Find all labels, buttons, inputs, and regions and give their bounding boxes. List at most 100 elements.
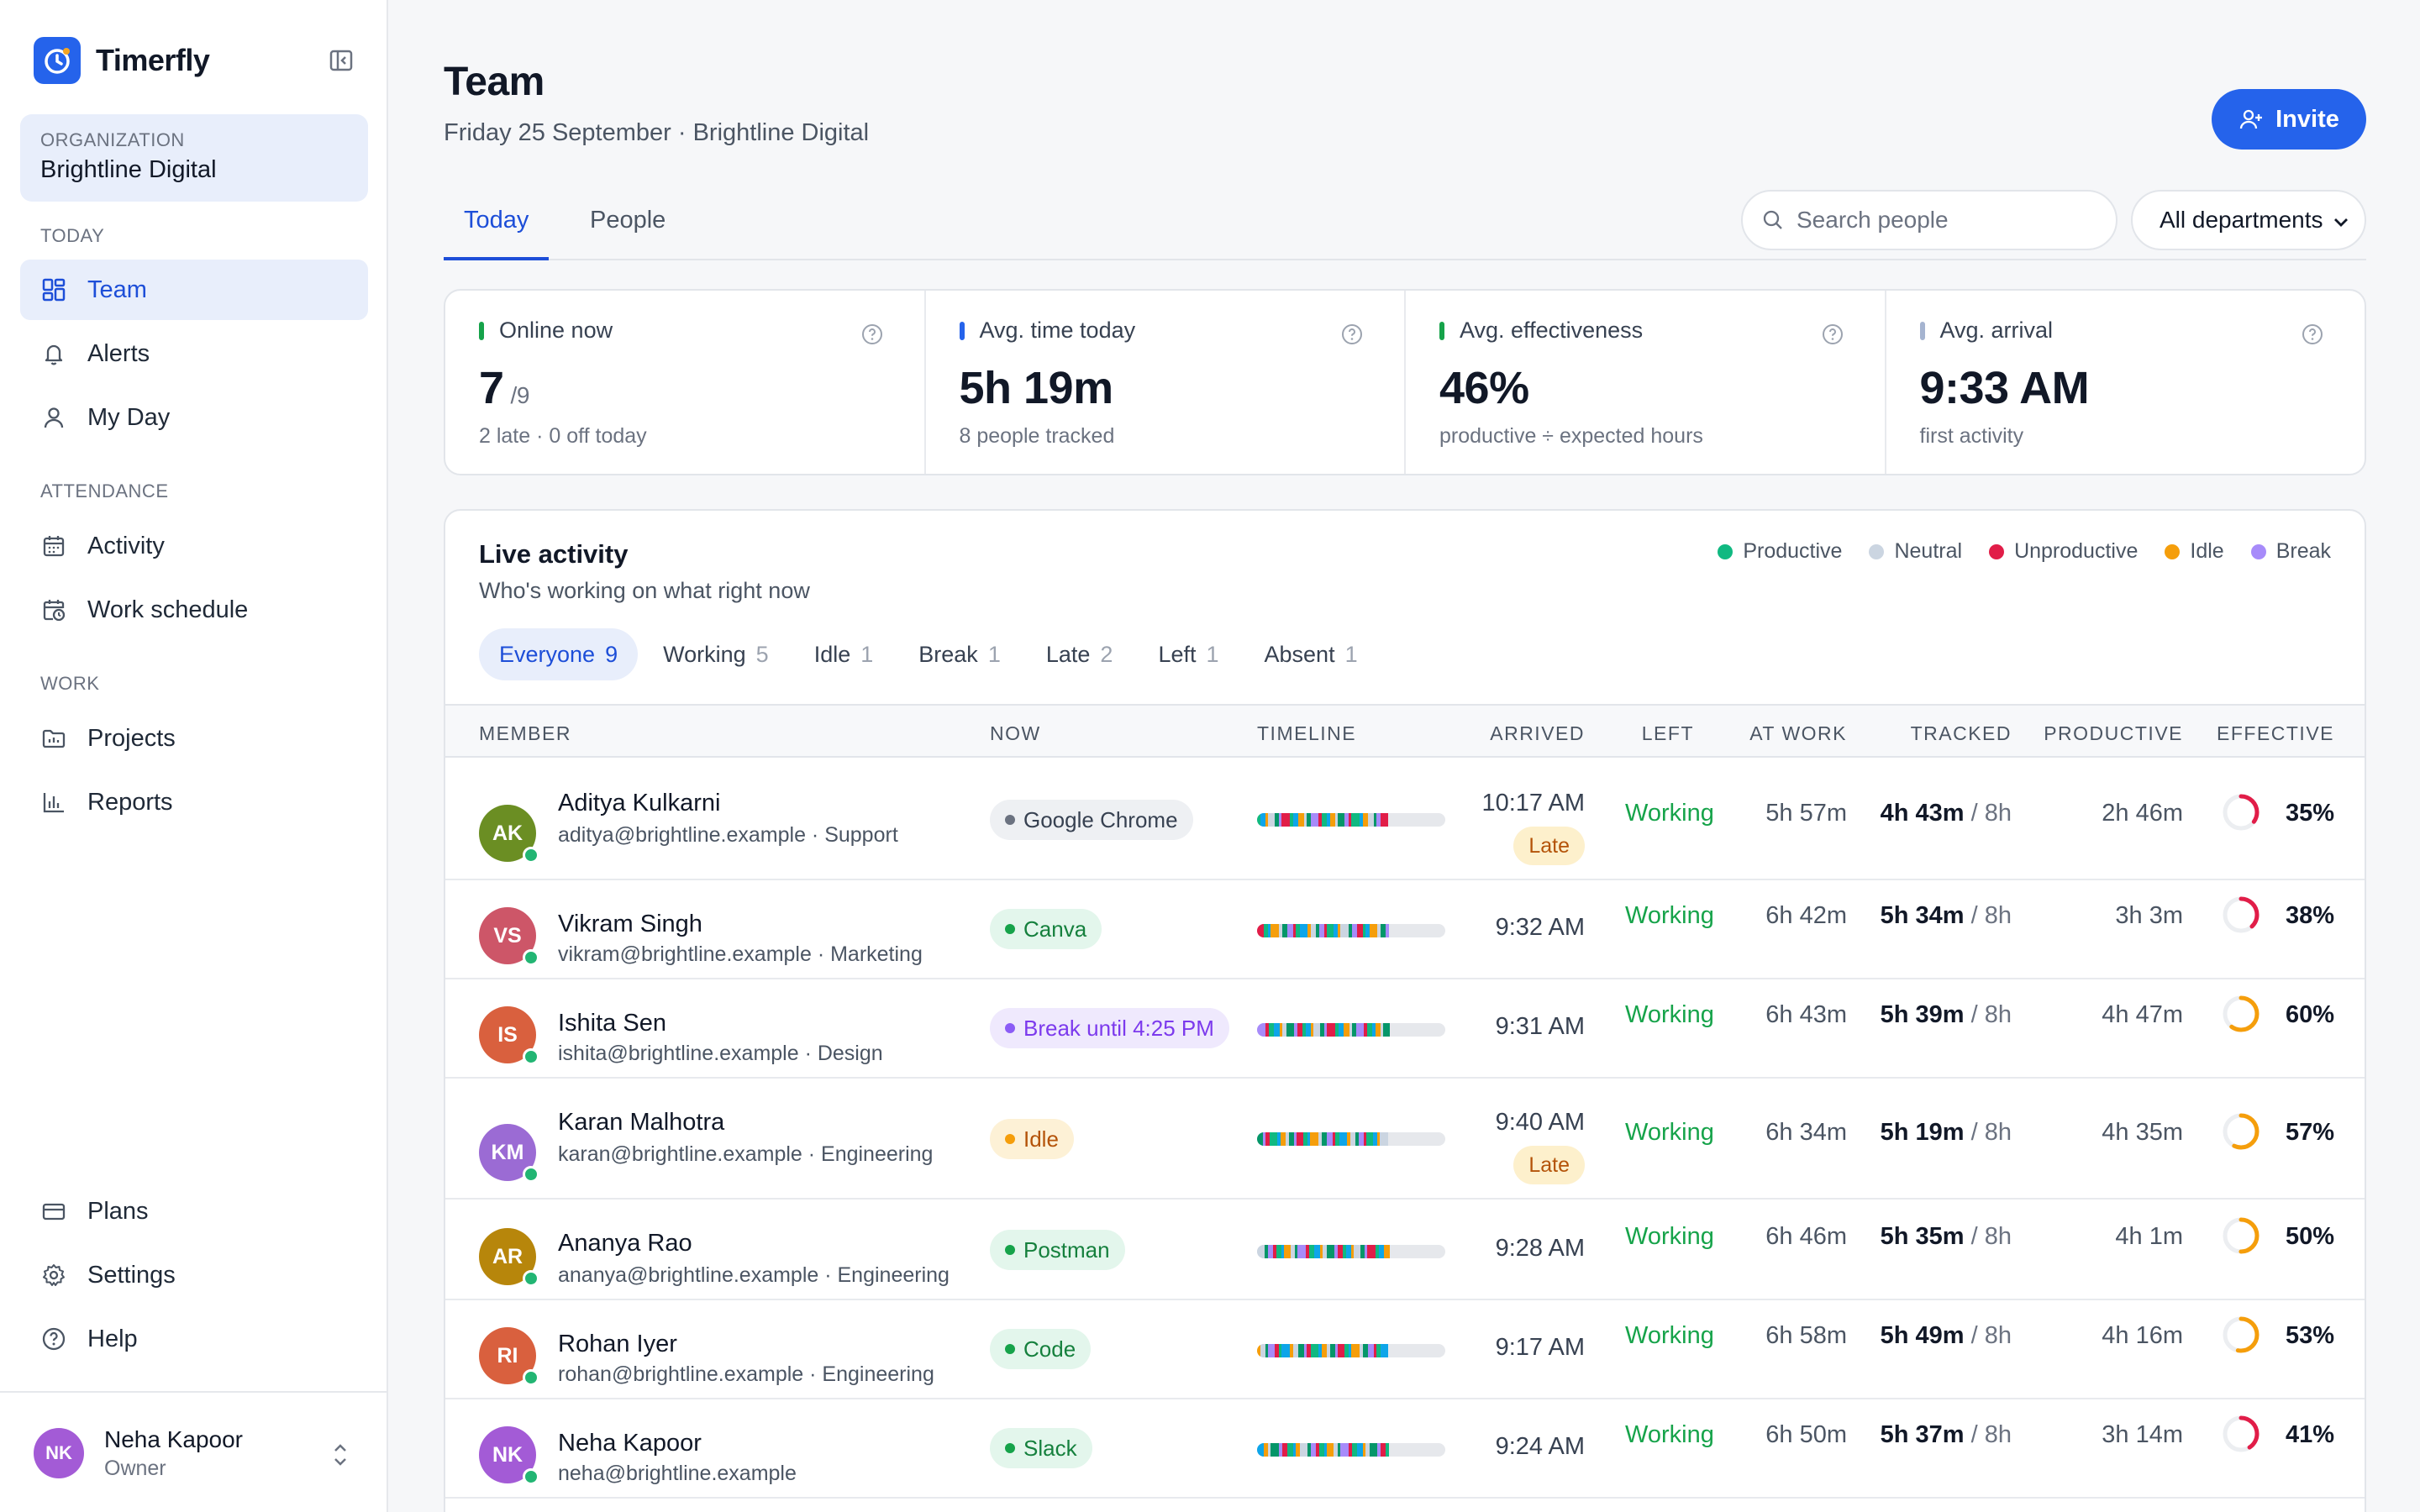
activity-timeline[interactable] [1257, 1245, 1445, 1258]
sidebar-item-work-schedule[interactable]: Work schedule [20, 580, 368, 640]
timeline-segment [1300, 924, 1307, 937]
member-name[interactable]: Ishita Sen [558, 1010, 666, 1037]
filter-chip-absent[interactable]: Absent 1 [1244, 628, 1378, 680]
tracked-value: 5h 19m [1880, 1119, 1965, 1146]
table-row[interactable]: AR Ananya Rao ananya@brightline.example · … [445, 1200, 2365, 1300]
bell-icon [40, 340, 67, 367]
column-header-arrived[interactable]: ARRIVED [1490, 722, 1585, 745]
sidebar-item-plans[interactable]: Plans [20, 1181, 368, 1242]
table-row[interactable]: NK Neha Kapoor neha@brightline.example Slac… [445, 1399, 2365, 1499]
left-status: Working [1625, 1322, 1714, 1349]
activity-timeline[interactable] [1257, 924, 1445, 937]
brand[interactable]: Timerfly [34, 37, 210, 84]
search-icon [1763, 210, 1782, 229]
activity-timeline[interactable] [1257, 1344, 1445, 1357]
timeline-segment [1357, 1443, 1363, 1457]
sidebar-item-label: Work schedule [87, 596, 249, 623]
sidebar-item-projects[interactable]: Projects [20, 708, 368, 769]
arrived-time: 9:17 AM [1495, 1334, 1585, 1361]
timeline-segment [1274, 1023, 1280, 1037]
nav-section-today: TODAY [40, 225, 105, 246]
sidebar-item-activity[interactable]: Activity [20, 516, 368, 576]
sidebar-item-label: Settings [87, 1261, 176, 1289]
help-circle-icon[interactable] [860, 323, 884, 350]
arrived-time: 9:24 AM [1495, 1433, 1585, 1460]
page-title: Team [444, 60, 544, 104]
member-name[interactable]: Ananya Rao [558, 1230, 692, 1257]
tab-today[interactable]: Today [444, 207, 550, 260]
search-input[interactable] [1797, 207, 2099, 234]
left-status: Working [1625, 1119, 1714, 1146]
filter-label: Working [663, 641, 746, 667]
credit-card-icon [40, 1198, 67, 1225]
online-status-dot [523, 1166, 539, 1183]
expected-hours: / 8h [1970, 902, 2012, 929]
filter-chip-left[interactable]: Left 1 [1138, 628, 1239, 680]
timer-logo-icon [34, 37, 81, 84]
member-name[interactable]: Rohan Iyer [558, 1331, 677, 1358]
filter-chip-break[interactable]: Break 1 [898, 628, 1021, 680]
at-work-time: 6h 34m [1765, 1119, 1847, 1146]
column-header-effective[interactable]: EFFECTIVE [2217, 722, 2334, 745]
organization-switcher[interactable]: ORGANIZATION Brightline Digital [20, 114, 368, 202]
column-header-member[interactable]: MEMBER [479, 722, 571, 745]
left-status: Working [1625, 1421, 1714, 1448]
productive-time: 4h 16m [2102, 1322, 2183, 1349]
sidebar-item-reports[interactable]: Reports [20, 772, 368, 832]
timeline-segment [1327, 1132, 1333, 1146]
invite-button[interactable]: Invite [2212, 89, 2366, 150]
column-header-at-work[interactable]: AT WORK [1749, 722, 1847, 745]
timeline-segment [1268, 813, 1275, 827]
sidebar-item-team[interactable]: Team [20, 260, 368, 320]
grid-icon [40, 276, 67, 303]
filter-chip-idle[interactable]: Idle 1 [794, 628, 894, 680]
search-field[interactable] [1741, 190, 2118, 250]
filter-chip-working[interactable]: Working 5 [643, 628, 789, 680]
effectiveness-ring [2222, 793, 2260, 836]
chevron-up-down-icon[interactable] [328, 1440, 355, 1470]
at-work-time: 6h 50m [1765, 1421, 1847, 1448]
member-name[interactable]: Karan Malhotra [558, 1109, 724, 1137]
online-status-dot [523, 1369, 539, 1386]
tab-people[interactable]: People [570, 207, 686, 260]
timeline-segment [1297, 1132, 1303, 1146]
table-row[interactable]: AK Aditya Kulkarni aditya@brightline.examp… [445, 759, 2365, 880]
sidebar-item-my-day[interactable]: My Day [20, 387, 368, 448]
column-header-tracked[interactable]: TRACKED [1911, 722, 2012, 745]
status-dot [1005, 815, 1015, 825]
column-header-now[interactable]: NOW [990, 722, 1041, 745]
table-row[interactable]: KM Karan Malhotra karan@brightline.example… [445, 1079, 2365, 1200]
activity-timeline[interactable] [1257, 1443, 1445, 1457]
sidebar-item-settings[interactable]: Settings [20, 1245, 368, 1305]
filter-chip-late[interactable]: Late 2 [1026, 628, 1134, 680]
timeline-segment [1386, 924, 1389, 937]
column-header-productive[interactable]: PRODUCTIVE [2044, 722, 2183, 745]
timeline-segment [1287, 924, 1293, 937]
stat-value: 9:33 AM [1919, 363, 2090, 413]
activity-timeline[interactable] [1257, 1023, 1445, 1037]
collapse-sidebar-icon[interactable] [326, 45, 356, 76]
activity-timeline[interactable] [1257, 813, 1445, 827]
filter-label: Late [1045, 641, 1091, 667]
tracked-time: 4h 43m / 8h [1881, 800, 2012, 827]
filter-chip-everyone[interactable]: Everyone 9 [479, 628, 639, 680]
help-circle-icon[interactable] [2301, 323, 2324, 350]
table-row[interactable]: RI Rohan Iyer rohan@brightline.example · E… [445, 1300, 2365, 1399]
sidebar-item-help[interactable]: Help [20, 1309, 368, 1369]
sidebar-item-label: My Day [87, 403, 171, 431]
member-name[interactable]: Vikram Singh [558, 911, 702, 938]
activity-timeline[interactable] [1257, 1132, 1445, 1146]
avatar: VS [479, 907, 539, 966]
column-header-left[interactable]: LEFT [1642, 722, 1694, 745]
sidebar-item-alerts[interactable]: Alerts [20, 323, 368, 384]
user-menu[interactable]: NK Neha Kapoor Owner [0, 1391, 387, 1512]
table-row[interactable]: VS Vikram Singh vikram@brightline.example … [445, 880, 2365, 979]
member-name[interactable]: Neha Kapoor [558, 1430, 702, 1457]
help-circle-icon[interactable] [1340, 323, 1364, 350]
member-name[interactable]: Aditya Kulkarni [558, 790, 720, 817]
help-circle-icon[interactable] [1821, 323, 1844, 350]
department-select[interactable]: All departments [2131, 190, 2366, 250]
column-header-timeline[interactable]: TIMELINE [1257, 722, 1356, 745]
legend-label: Unproductive [2014, 539, 2139, 563]
table-row[interactable]: IS Ishita Sen ishita@brightline.example · … [445, 979, 2365, 1079]
